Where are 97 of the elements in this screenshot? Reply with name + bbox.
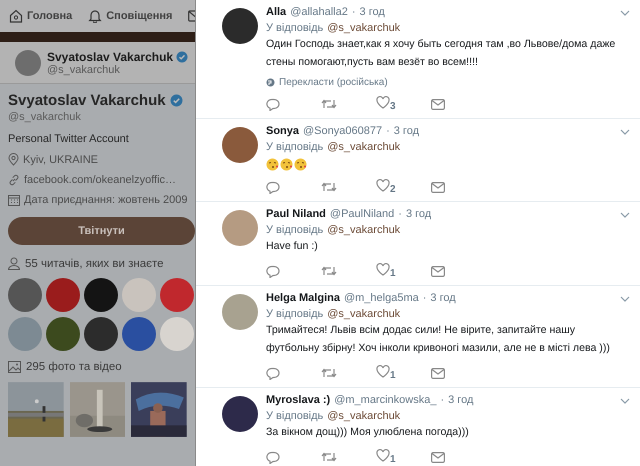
envelope-icon[interactable] [431, 368, 445, 378]
heart-icon [376, 449, 390, 462]
photos-videos-link[interactable]: 295 фото та відео [26, 361, 122, 373]
website-link[interactable]: facebook.com/okeanelzyoffic… [24, 174, 176, 186]
tweet-time[interactable]: 3 год [360, 6, 385, 18]
follower-avatar[interactable] [84, 317, 118, 351]
avatar[interactable] [222, 8, 258, 44]
retweet-icon[interactable] [321, 367, 337, 379]
separator-dot: · [352, 6, 356, 18]
retweet-icon[interactable] [321, 451, 337, 463]
profile-name: Svyatoslav Vakarchuk [8, 92, 166, 109]
tweet-text: Тримайтеся! Львів всім додає сили! Не вірите, запитайте нашу футбольну збірну! Хоч інколи кривоногі мазили, але не в місті лева ))) [266, 323, 611, 356]
follower-avatar[interactable] [46, 278, 80, 312]
user-handle[interactable]: @PaulNiland [330, 208, 394, 220]
user-handle[interactable]: @allahalla2 [290, 6, 348, 18]
follower-avatar[interactable] [84, 278, 118, 312]
user-handle[interactable]: @m_marcinkowska_ [334, 394, 436, 406]
separator-dot: · [422, 292, 426, 304]
reply-icon[interactable] [266, 180, 280, 194]
avatar[interactable] [222, 396, 258, 432]
home-icon [9, 9, 23, 23]
mention-link[interactable]: @s_vakarchuk [327, 308, 400, 320]
follower-avatar[interactable] [122, 317, 156, 351]
image-icon [8, 361, 21, 373]
tweet-text: Have fun :) [266, 239, 319, 254]
separator-dot: · [386, 125, 390, 137]
kiss-emoji-icon [280, 158, 293, 171]
tweet-time[interactable]: 3 год [394, 125, 419, 137]
mention-link[interactable]: @s_vakarchuk [327, 410, 400, 422]
user-name[interactable]: Sonya [266, 125, 300, 137]
separator-dot: · [398, 208, 402, 220]
user-name[interactable]: Paul Niland [266, 208, 326, 220]
reply-label: У відповідь [266, 224, 324, 236]
follower-avatar[interactable] [46, 317, 80, 351]
mention-link[interactable]: @s_vakarchuk [327, 224, 400, 236]
calendar-icon [8, 194, 20, 206]
user-handle[interactable]: @m_helga5ma [344, 292, 419, 304]
user-name[interactable]: Helga Malgina [266, 292, 340, 304]
tweet-button[interactable]: Твітнути [8, 217, 195, 245]
tweet-time[interactable]: 3 год [430, 292, 456, 304]
user-handle[interactable]: @Sonya060877 [303, 125, 382, 137]
translate-link[interactable]: Перекласти (російська) [279, 77, 388, 88]
person-icon [8, 257, 20, 270]
retweet-icon[interactable] [321, 181, 337, 193]
mention-link[interactable]: @s_vakarchuk [327, 141, 400, 153]
tweet-time[interactable]: 3 год [406, 208, 432, 220]
followers-you-know[interactable]: 55 читачів, яких ви знаєте [25, 258, 164, 270]
like-button[interactable]: 1 [376, 365, 396, 381]
tweet-text: За вікном дощ))) Моя улюблена погода))) [266, 425, 470, 440]
heart-icon [376, 96, 390, 109]
bell-icon [88, 9, 102, 23]
reply-label: У відповідь [266, 410, 324, 422]
heart-icon [376, 179, 390, 192]
retweet-icon[interactable] [321, 98, 337, 110]
heart-icon [376, 365, 390, 378]
heart-icon [376, 263, 390, 276]
like-button[interactable]: 2 [376, 179, 396, 195]
join-date: Дата приєднання: жовтень 2009 [24, 194, 188, 206]
avatar [15, 50, 41, 76]
tweet-time[interactable]: 3 год [448, 394, 474, 406]
like-button[interactable]: 3 [376, 96, 396, 112]
globe-icon [266, 78, 275, 87]
like-button[interactable]: 1 [376, 449, 396, 465]
envelope-icon[interactable] [431, 182, 445, 192]
profile-bio: Personal Twitter Account [8, 133, 130, 145]
chevron-down-icon[interactable] [620, 296, 630, 302]
profile-name: Svyatoslav Vakarchuk [47, 50, 174, 64]
profile-handle: @s_vakarchuk [8, 111, 82, 123]
reply-icon[interactable] [266, 366, 280, 380]
kiss-emoji-icon [266, 158, 279, 171]
user-name[interactable]: Alla [266, 6, 286, 18]
envelope-icon[interactable] [431, 98, 445, 110]
location-pin-icon [8, 153, 19, 166]
reply-label: У відповідь [266, 141, 324, 153]
chevron-down-icon[interactable] [620, 129, 630, 135]
chevron-down-icon[interactable] [620, 10, 630, 16]
envelope-icon[interactable] [431, 266, 445, 276]
kiss-emoji-icon [294, 158, 307, 171]
envelope-icon[interactable] [431, 452, 445, 462]
like-button[interactable]: 1 [376, 263, 396, 279]
profile-location: Kyiv, UKRAINE [23, 154, 98, 166]
tweet-text: Один Господь знает,как я хочу быть сегодня там ,во Львове/дома даже стены помогают,пусть вам везёт во всем!!!! [266, 37, 616, 70]
mention-link[interactable]: @s_vakarchuk [327, 22, 400, 34]
reply-label: У відповідь [266, 22, 324, 34]
reply-label: У відповідь [266, 308, 324, 320]
nav-tab[interactable]: Головна [9, 9, 72, 23]
reply-icon[interactable] [266, 264, 280, 278]
reply-icon[interactable] [266, 450, 280, 464]
chevron-down-icon[interactable] [620, 398, 630, 404]
user-name[interactable]: Myroslava :) [266, 394, 330, 406]
nav-tab[interactable]: Сповіщення [88, 9, 172, 23]
separator-dot: · [440, 394, 444, 406]
link-icon [8, 174, 20, 186]
retweet-icon[interactable] [321, 265, 337, 277]
reply-icon[interactable] [266, 98, 280, 110]
chevron-down-icon[interactable] [620, 212, 630, 218]
profile-handle: @s_vakarchuk [47, 64, 121, 76]
